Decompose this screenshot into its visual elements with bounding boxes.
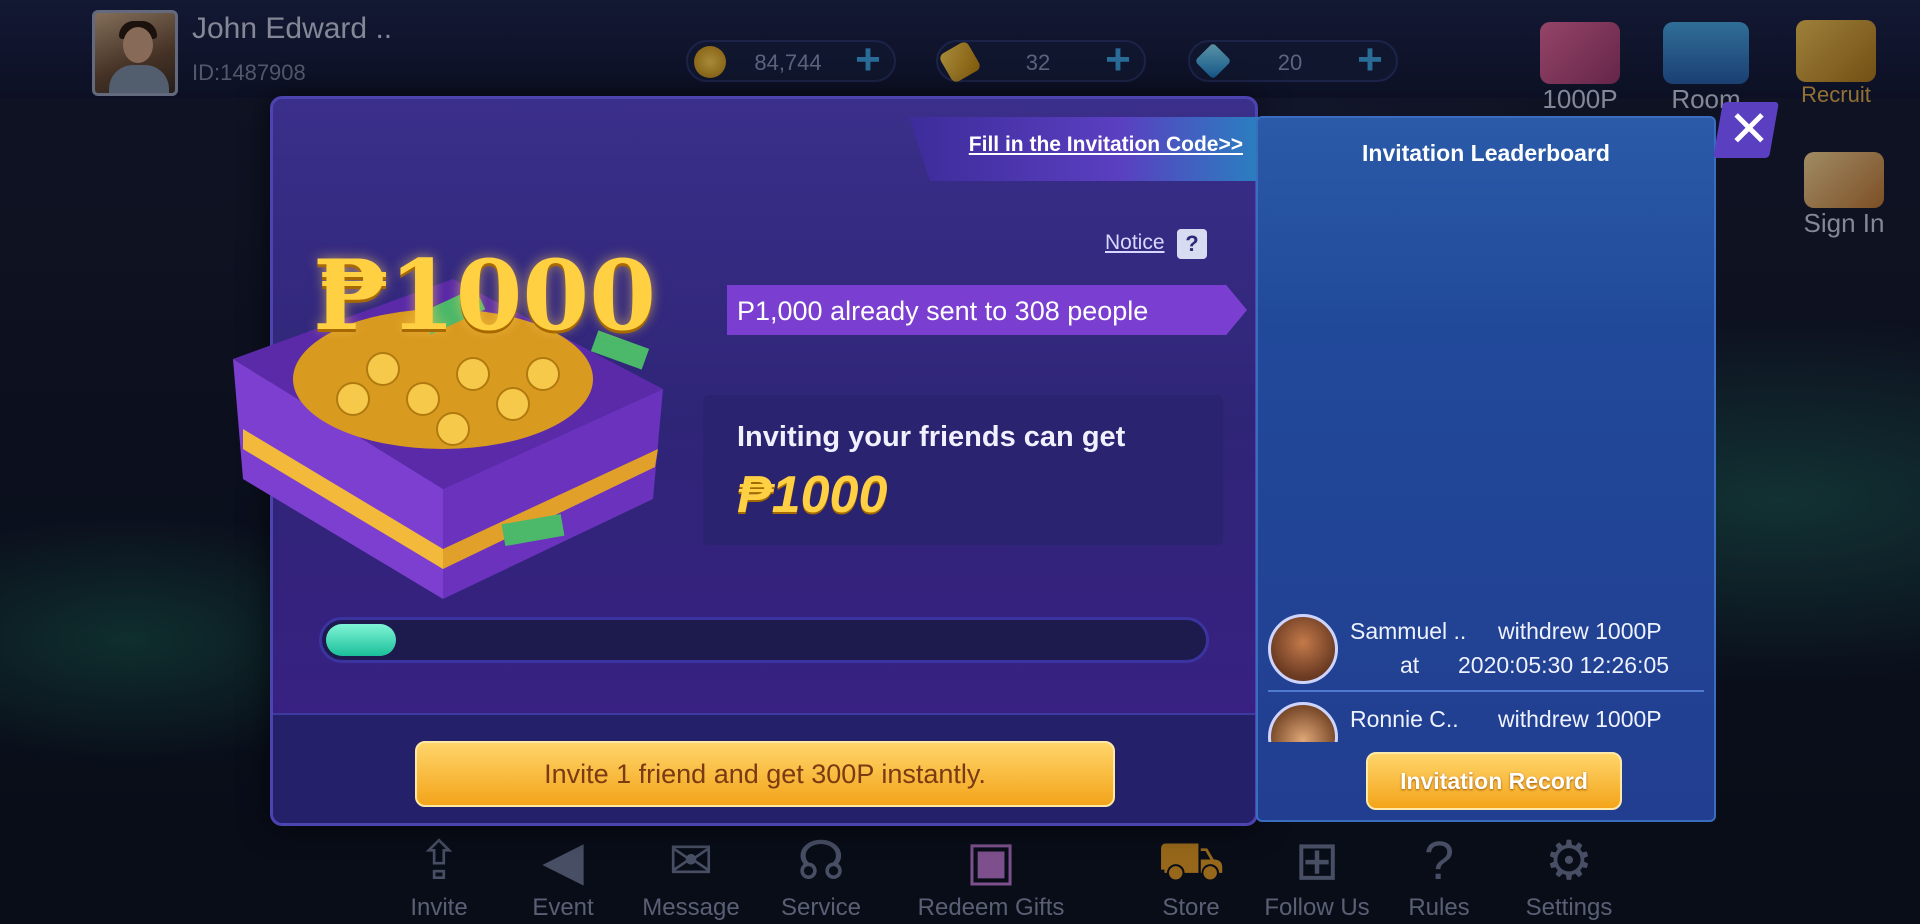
avatar (1268, 702, 1338, 742)
close-icon: ✕ (1728, 101, 1771, 157)
question-icon[interactable]: ? (1177, 229, 1207, 259)
reward-amount: ₱1000 (737, 466, 888, 524)
divider (1268, 690, 1704, 692)
hero-amount: ₱1000 (313, 239, 656, 352)
fill-invitation-code-link[interactable]: Fill in the Invitation Code>> (909, 117, 1259, 181)
invite-friend-button[interactable]: Invite 1 friend and get 300P instantly. (415, 741, 1115, 807)
leaderboard-entry: Ronnie C.. withdrew 1000P (1268, 702, 1704, 742)
leaderboard-title: Invitation Leaderboard (1362, 140, 1610, 166)
inviting-text: Inviting your friends can get (737, 421, 1126, 453)
avatar (1268, 614, 1338, 684)
progress-fill (326, 624, 396, 656)
close-button[interactable]: ✕ (1713, 101, 1779, 158)
reward-box-illustration: ₱1000 (193, 159, 753, 599)
sent-banner: P1,000 already sent to 308 people (727, 285, 1247, 335)
invitation-record-button[interactable]: Invitation Record (1366, 752, 1622, 810)
lobby-screen: { "user": {"name": "John Edward ..", "id… (0, 0, 1920, 924)
leaderboard-entry: Sammuel .. withdrew 1000P at 2020:05:30 … (1268, 614, 1704, 690)
invite-progress-bar (319, 617, 1209, 663)
notice-link[interactable]: Notice (1105, 231, 1165, 255)
invite-info-box: Inviting your friends can get ₱1000 (703, 395, 1223, 545)
invite-modal: ₱1000 Fill in the Invitation Code>> Noti… (233, 96, 1259, 826)
invitation-leaderboard: Invitation Leaderboard Sammuel .. withdr… (1256, 116, 1716, 822)
